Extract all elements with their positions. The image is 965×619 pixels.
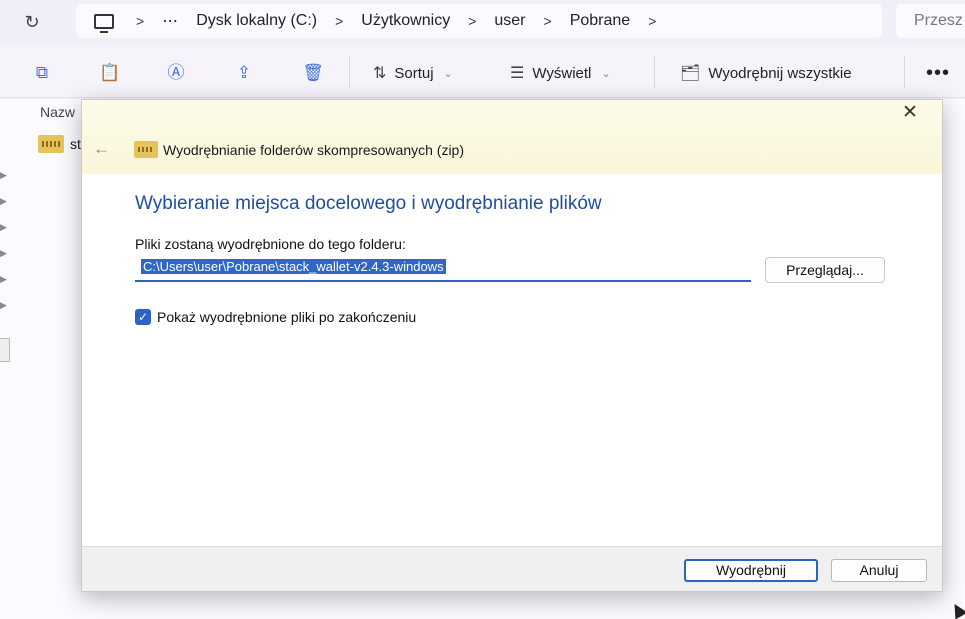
show-files-label: Pokaż wyodrębnione pliki po zakończeniu: [157, 309, 417, 325]
chevron-right-icon[interactable]: >: [468, 13, 476, 29]
nav-pane-selection[interactable]: [0, 338, 10, 362]
back-arrow-icon[interactable]: ←: [93, 139, 110, 159]
sort-button[interactable]: ⇅ Sortuj ⌄: [373, 60, 453, 86]
delete-icon[interactable]: 🗑: [302, 62, 324, 84]
rename-icon[interactable]: Ⓐ: [165, 62, 187, 84]
chevron-right-icon[interactable]: >: [544, 13, 552, 29]
sort-label: Sortuj: [394, 64, 434, 82]
extract-folder-icon: 🗂: [680, 65, 701, 82]
address-bar: ↻ > ⋯ Dysk lokalny (C:) > Użytkownicy > …: [0, 0, 965, 44]
breadcrumb-item-downloads[interactable]: Pobrane: [570, 12, 631, 30]
cancel-button[interactable]: Anuluj: [831, 559, 927, 582]
expand-arrow-icon[interactable]: ▶: [0, 214, 10, 240]
zip-folder-icon: [38, 135, 64, 153]
chevron-down-icon: ⌄: [601, 67, 611, 80]
chevron-down-icon: ⌄: [443, 67, 453, 80]
this-pc-icon[interactable]: [94, 13, 114, 33]
dialog-title: Wyodrębnianie folderów skompresowanych (…: [163, 142, 465, 158]
breadcrumb[interactable]: > ⋯ Dysk lokalny (C:) > Użytkownicy > us…: [76, 4, 882, 38]
copy-icon[interactable]: ⧉: [31, 62, 53, 84]
show-files-option[interactable]: ✓ Pokaż wyodrębnione pliki po zakończeni…: [135, 309, 416, 325]
search-input[interactable]: Przesz: [896, 4, 965, 38]
chevron-right-icon[interactable]: >: [335, 13, 343, 29]
file-row[interactable]: st: [38, 134, 81, 154]
toolbar-divider: [904, 56, 905, 88]
browse-button[interactable]: Przeglądaj...: [765, 257, 885, 283]
extract-all-label: Wyodrębnij wszystkie: [708, 64, 852, 82]
sort-icon: ⇅: [373, 65, 387, 82]
paste-icon[interactable]: 📋: [99, 62, 121, 84]
file-name: st: [70, 136, 81, 152]
extract-button[interactable]: Wyodrębnij: [684, 559, 818, 582]
refresh-icon[interactable]: ↻: [20, 10, 44, 34]
dialog-footer: Wyodrębnij Anuluj: [82, 546, 942, 591]
breadcrumb-item-user[interactable]: user: [494, 12, 525, 30]
chevron-right-icon[interactable]: >: [136, 13, 144, 29]
expand-arrow-icon[interactable]: ▶: [0, 188, 10, 214]
share-icon[interactable]: ⇪: [233, 62, 255, 84]
show-files-checkbox[interactable]: ✓: [135, 309, 151, 325]
destination-path-value: C:\Users\user\Pobrane\stack_wallet-v2.4.…: [141, 259, 446, 274]
breadcrumb-item-users[interactable]: Użytkownicy: [361, 12, 450, 30]
expand-arrow-icon[interactable]: ▶: [0, 240, 10, 266]
destination-path-input[interactable]: C:\Users\user\Pobrane\stack_wallet-v2.4.…: [135, 257, 751, 282]
dialog-header: ✕ ← Wyodrębnianie folderów skompresowany…: [82, 100, 942, 174]
view-label: Wyświetl: [532, 64, 592, 82]
toolbar-divider: [654, 56, 655, 88]
view-button[interactable]: ☰ Wyświetl ⌄: [510, 60, 611, 86]
zip-folder-icon: [134, 141, 158, 158]
more-options-button[interactable]: •••: [926, 62, 950, 85]
column-header-name[interactable]: Nazw: [40, 104, 75, 120]
extract-all-button[interactable]: 🗂 Wyodrębnij wszystkie: [680, 60, 852, 86]
destination-label: Pliki zostaną wyodrębnione do tego folde…: [135, 236, 406, 252]
expand-arrow-icon[interactable]: ▶: [0, 266, 10, 292]
breadcrumb-overflow[interactable]: ⋯: [162, 11, 178, 31]
expand-arrow-icon[interactable]: ▶: [0, 162, 10, 188]
nav-pane-expanders: ▶ ▶ ▶ ▶ ▶ ▶: [0, 162, 10, 318]
dialog-heading: Wybieranie miejsca docelowego i wyodrębn…: [135, 193, 602, 214]
expand-arrow-icon[interactable]: ▶: [0, 292, 10, 318]
toolbar-divider: [349, 56, 350, 88]
breadcrumb-item-drive[interactable]: Dysk lokalny (C:): [196, 12, 317, 30]
close-icon[interactable]: ✕: [900, 102, 920, 124]
chevron-right-icon[interactable]: >: [648, 13, 656, 29]
command-bar: ⧉ 📋 Ⓐ ⇪ 🗑 ⇅ Sortuj ⌄ ☰ Wyświetl ⌄ 🗂 Wyod…: [0, 46, 965, 98]
view-icon: ☰: [510, 65, 525, 82]
extract-dialog: ✕ ← Wyodrębnianie folderów skompresowany…: [81, 99, 943, 592]
